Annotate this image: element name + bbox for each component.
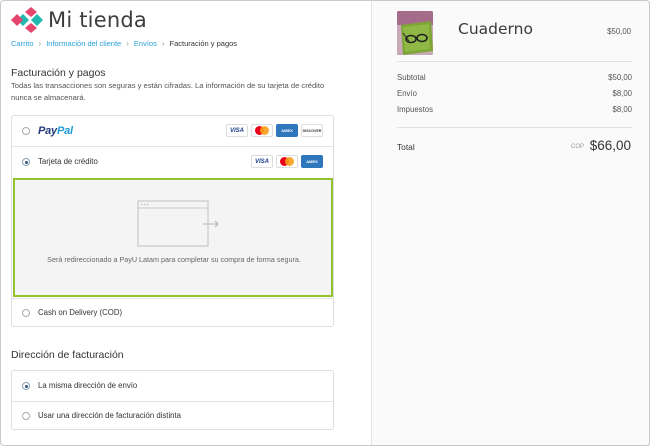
amex-card-icon: AMEX [301,155,323,168]
cod-label: Cash on Delivery (COD) [38,308,123,317]
diamond-cross-logo-icon [11,7,43,33]
checkout-main: Mi tienda Carrito › Información del clie… [1,1,371,445]
mastercard-card-icon [276,155,298,168]
payment-option-cod[interactable]: Cash on Delivery (COD) [12,299,333,327]
product-thumbnail [397,11,433,55]
payment-methods: PayPal VISA AMEX DISCOVER Tarjeta de cré… [11,115,334,327]
billing-address-options: La misma dirección de envío Usar una dir… [11,370,334,430]
divider [397,61,632,62]
divider [397,127,632,128]
taxes-value: $8,00 [612,105,632,114]
payment-section-title: Facturación y pagos [11,67,106,79]
redirect-message: Será redireccionado a PayU Latam para co… [47,255,301,264]
order-summary: Cuaderno $50,00 Subtotal $50,00 Envío $8… [371,1,649,445]
credit-card-label: Tarjeta de crédito [38,157,98,166]
payment-option-paypal[interactable]: PayPal VISA AMEX DISCOVER [12,116,333,146]
chevron-right-icon: › [126,39,129,48]
breadcrumb: Carrito › Información del cliente › Enví… [11,39,237,48]
total-label: Total [397,142,415,152]
breadcrumb-customer-info[interactable]: Información del cliente [46,39,121,48]
breadcrumb-current: Facturación y pagos [169,39,238,48]
credit-card-icons: VISA AMEX [251,155,323,168]
breadcrumb-shipping[interactable]: Envíos [134,39,157,48]
chevron-right-icon: › [161,39,165,48]
discover-card-icon: DISCOVER [301,124,323,137]
product-price: $50,00 [607,27,631,36]
amex-card-icon: AMEX [276,124,298,137]
cod-radio[interactable] [22,309,30,317]
paypal-logo-pal: Pal [56,125,73,137]
shipping-value: $8,00 [612,89,632,98]
payment-option-credit-card[interactable]: Tarjeta de crédito VISA AMEX [12,147,333,177]
different-address-radio[interactable] [22,412,30,420]
different-address-label: Usar una dirección de facturación distin… [38,411,182,420]
payment-section-description: Todas las transacciones son seguras y es… [11,81,325,102]
billing-section-title: Dirección de facturación [11,349,124,361]
paypal-radio[interactable] [22,127,30,135]
payu-redirect-panel: Será redireccionado a PayU Latam para co… [13,178,333,297]
paypal-logo: PayPal [38,125,73,137]
same-address-label: La misma dirección de envío [38,381,138,390]
subtotal-value: $50,00 [608,73,632,82]
store-logo[interactable]: Mi tienda [11,7,147,33]
product-name: Cuaderno [458,20,533,38]
total-value: $66,00 [589,138,631,153]
notebook-with-glasses-thumbnail [397,11,433,55]
store-name: Mi tienda [48,8,147,32]
breadcrumb-cart[interactable]: Carrito [11,39,34,48]
same-address-radio[interactable] [22,382,30,390]
billing-option-different[interactable]: Usar una dirección de facturación distin… [12,402,333,430]
shipping-label: Envío [397,89,417,98]
paypal-logo-pay: Pay [38,125,57,137]
checkout-window: Mi tienda Carrito › Información del clie… [0,0,650,446]
paypal-card-icons: VISA AMEX DISCOVER [226,124,323,137]
credit-card-radio[interactable] [22,158,30,166]
taxes-label: Impuestos [397,105,433,114]
subtotal-label: Subtotal [397,73,426,82]
billing-option-same[interactable]: La misma dirección de envío [12,371,333,401]
chevron-right-icon: › [38,39,42,48]
mastercard-card-icon [251,124,273,137]
browser-redirect-icon [137,200,219,247]
visa-card-icon: VISA [226,124,248,137]
total-currency: COP [571,144,585,150]
visa-card-icon: VISA [251,155,273,168]
